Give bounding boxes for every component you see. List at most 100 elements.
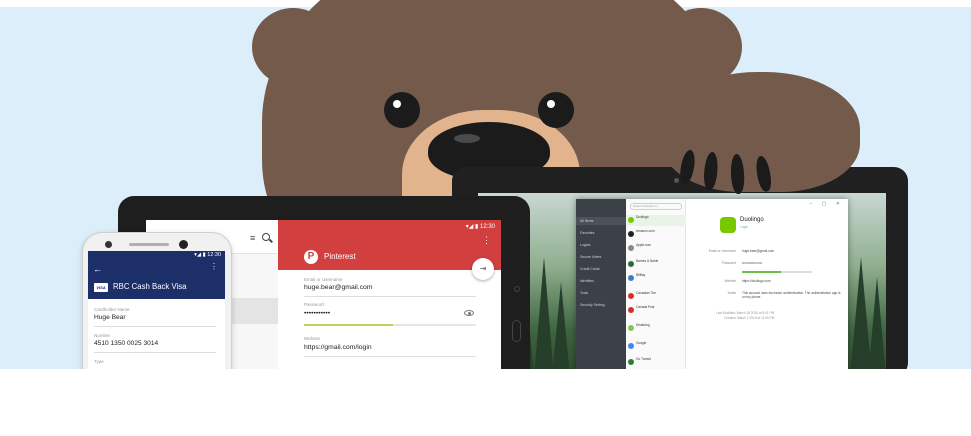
sidebar-item-credit-cards[interactable]: Credit Cards — [580, 265, 624, 273]
number-value[interactable]: 4510 1350 0025 3014 — [94, 340, 158, 347]
more-menu-icon[interactable]: ⋮ — [210, 263, 218, 271]
field-value[interactable]: •••••••••••••••••• — [742, 261, 762, 265]
list-item-label: Canada Post — [636, 305, 655, 309]
sidebar-item-identities[interactable]: Identities — [580, 277, 624, 285]
roboform-desktop-window: All Items Favorites Logins Secure Notes … — [576, 199, 848, 377]
status-time: 12:30 — [479, 224, 495, 230]
sidebar-item-label: Favorites — [580, 231, 595, 235]
bear-eye-left — [384, 92, 420, 128]
list-item[interactable]: Barnes & Noble — [626, 259, 686, 270]
list-item[interactable]: Canadian Tire — [626, 291, 686, 302]
sidebar-item-security[interactable]: Security Setting — [580, 301, 624, 309]
tablet-camera — [674, 178, 679, 183]
password-value[interactable]: ••••••••••• — [304, 310, 330, 317]
show-password-icon[interactable] — [464, 310, 474, 316]
divider — [304, 356, 476, 357]
list-item-label: Amazon.com — [636, 229, 655, 233]
password-strength-fill — [742, 271, 781, 273]
hero-scene: All Items Favorites Logins Secure Notes … — [0, 0, 971, 436]
sidebar-item-tools[interactable]: Tools — [580, 289, 624, 297]
list-item-label: Canadian Tire — [636, 291, 656, 295]
divider — [94, 352, 216, 353]
type-label: Type — [94, 359, 104, 364]
visa-logo: VISA — [94, 283, 108, 292]
back-arrow-icon[interactable]: ← — [93, 264, 102, 274]
email-value[interactable]: huge.bear@gmail.com — [304, 284, 372, 291]
phone-speaker — [129, 243, 169, 246]
tree — [534, 257, 554, 377]
phone-camera — [105, 241, 112, 248]
modified-text: Last Modified: March 18 2018 at 8:41 PM — [716, 311, 775, 315]
page-background-bottom — [0, 369, 971, 436]
sidebar-item-label: Identities — [580, 279, 595, 283]
sidebar-item-label: Tools — [580, 291, 589, 295]
list-item[interactable]: Amazon.com — [626, 229, 686, 240]
tablet-sensor — [514, 286, 520, 292]
sidebar-item-label: Logins — [580, 243, 591, 247]
cardholder-value[interactable]: Huge Bear — [94, 314, 126, 321]
sidebar-item-all-items[interactable]: All Items — [576, 217, 626, 225]
tree — [868, 277, 886, 377]
website-value[interactable]: https://gmail.com/login — [304, 344, 372, 351]
list-item-label: Barnes & Noble — [636, 259, 659, 263]
more-menu-icon[interactable]: ⋮ — [482, 236, 491, 245]
detail-title: Pinterest — [324, 252, 356, 261]
search-icon[interactable] — [262, 233, 270, 241]
detail-header: ▾◢ ▮ 12:30 ⋮ P Pinterest — [278, 220, 501, 270]
detail-subtitle: Login — [740, 225, 749, 229]
list-item-label: Apple.com — [636, 243, 652, 247]
site-icon — [628, 231, 634, 237]
password-strength-meter — [304, 324, 476, 326]
field-value[interactable]: https://duolingo.com — [742, 279, 771, 283]
status-bar: ▾◢ ▮ 12:30 — [194, 252, 221, 258]
sidebar-item-label: All Items — [580, 219, 594, 223]
list-item-label: Dealsdog — [636, 323, 650, 327]
list-item[interactable]: Apple.com — [626, 243, 686, 254]
list-item[interactable]: Google — [626, 341, 686, 352]
duolingo-logo — [720, 217, 736, 233]
cardholder-label: Cardholder Name — [94, 307, 130, 312]
desktop-sidebar: All Items Favorites Logins Secure Notes … — [576, 199, 626, 377]
phone-sensor — [179, 240, 188, 249]
login-fab-button[interactable]: ⇥ — [472, 258, 494, 280]
site-icon — [628, 217, 634, 223]
field-label: Notes — [727, 291, 736, 295]
phone-header: ▾◢ ▮ 12:30 ← ⋮ VISA RBC Cash Back Visa — [88, 251, 225, 299]
status-bar: ▾◢ ▮ 12:30 — [465, 224, 495, 230]
status-time: 12:30 — [207, 252, 221, 258]
sidebar-item-label: Security Setting — [580, 303, 605, 307]
field-label: Website — [724, 279, 736, 283]
android-phone: ▾◢ ▮ 12:30 ← ⋮ VISA RBC Cash Back Visa C… — [82, 232, 232, 392]
list-item[interactable]: BitBay — [626, 273, 686, 284]
divider — [94, 326, 216, 327]
password-label: Password — [304, 302, 324, 307]
desktop-search-input[interactable]: Search RoboForm — [630, 203, 682, 210]
list-item-label: BitBay — [636, 273, 646, 277]
divider — [304, 296, 476, 297]
list-item[interactable]: Canada Post — [626, 305, 686, 316]
sidebar-item-label: Secure Notes — [580, 255, 602, 259]
field-label: Email or Username — [708, 249, 736, 253]
created-text: Created: March 2 2018 at 11:05 PM — [724, 316, 775, 320]
list-item-label: Google — [636, 341, 647, 345]
window-controls[interactable]: – ▢ ✕ — [810, 201, 844, 207]
tree — [850, 257, 872, 377]
sidebar-item-favorites[interactable]: Favorites — [580, 229, 624, 237]
list-item[interactable]: Duolingo — [626, 215, 686, 226]
field-value[interactable]: huge.bear@gmail.com — [742, 249, 774, 253]
detail-title: Duolingo — [740, 217, 764, 223]
tablet-home-button[interactable] — [512, 320, 521, 342]
sidebar-item-label: Credit Cards — [580, 267, 600, 271]
bear-eye-right — [538, 92, 574, 128]
desktop-detail-pane: – ▢ ✕ Duolingo Login Email or Username hu… — [686, 199, 848, 377]
desktop-item-list: Search RoboForm Duolingo Amazon.com Appl… — [626, 199, 686, 377]
sort-icon[interactable]: ≡ — [250, 234, 258, 243]
email-label: Email or Username — [304, 277, 343, 282]
sidebar-item-logins[interactable]: Logins — [580, 241, 624, 249]
sidebar-item-secure-notes[interactable]: Secure Notes — [580, 253, 624, 261]
list-item[interactable]: Dealsdog — [626, 323, 686, 334]
number-label: Number — [94, 333, 111, 338]
list-item[interactable]: Go Transit — [626, 357, 686, 368]
site-icon — [628, 307, 634, 313]
website-label: Website — [304, 336, 321, 341]
